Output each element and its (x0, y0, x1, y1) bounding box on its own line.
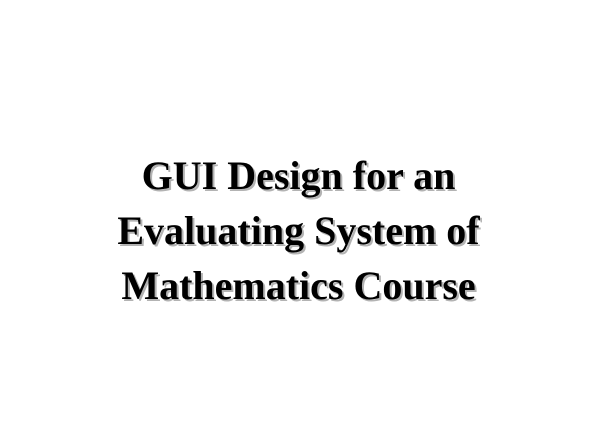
title-line-1: GUI Design for an (141, 153, 456, 198)
title-line-3: Mathematics Course (121, 263, 476, 308)
slide-title: GUI Design for an Evaluating System of M… (0, 148, 597, 313)
title-line-2: Evaluating System of (117, 208, 480, 253)
slide: GUI Design for an Evaluating System of M… (0, 0, 597, 448)
